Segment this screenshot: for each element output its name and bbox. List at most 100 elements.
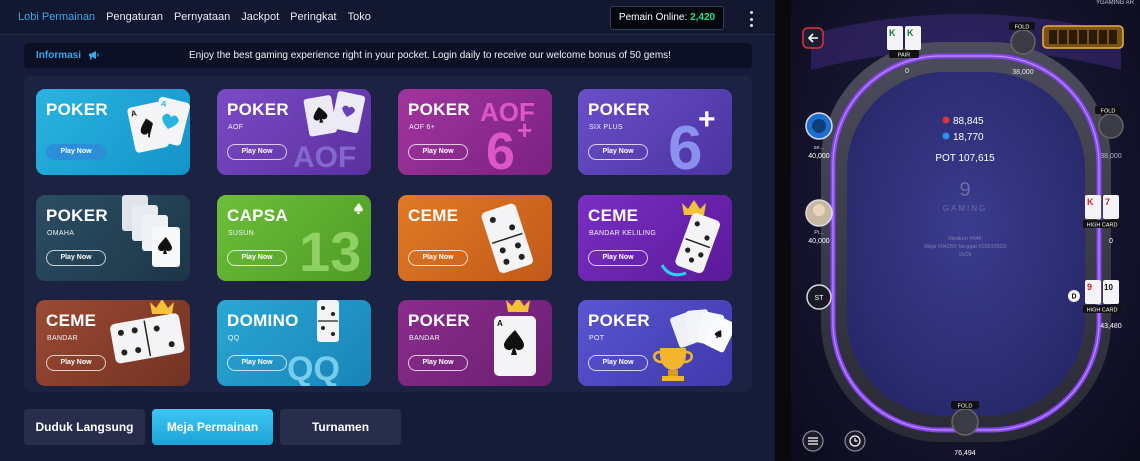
game-title: POKER [588,100,650,119]
game-card-poker-aof[interactable]: AOF POKER AOF Play Now [217,89,371,175]
game-title: POKER [46,100,108,119]
play-now-button[interactable]: Play Now [588,250,648,266]
svg-text:10: 10 [1104,283,1113,292]
pot-chips-blue: 18,770 [953,132,984,143]
table-logo-mark: 9 [959,179,970,201]
info-banner: Informasi Enjoy the best gaming experien… [24,43,752,68]
svg-text:K: K [1087,197,1094,207]
game-card-ceme-keliling[interactable]: CEME BANDAR KELILING Play Now [578,195,732,281]
nav-statement[interactable]: Pernyataan [174,11,230,23]
play-now-button[interactable]: Play Now [588,355,648,371]
svg-text:A: A [497,319,503,328]
play-now-button[interactable]: Play Now [227,250,287,266]
game-title: POKER [408,100,470,119]
play-now-button[interactable]: Play Now [227,355,287,371]
online-label: Pemain Online: [618,12,688,23]
game-subtitle: OMAHA [47,230,75,237]
aof6-art: AOF 6 + [480,97,535,175]
game-title: DOMINO [227,311,299,330]
svg-text:+: + [517,115,532,145]
play-now-button[interactable]: Play Now [408,355,468,371]
game-subtitle: QQ [228,335,240,342]
seat-avatar [1010,29,1036,55]
seat-avatar [951,408,979,436]
svg-text:K: K [889,28,896,38]
game-title: CAPSA [227,206,289,225]
chip-red-icon [942,116,950,124]
seat-stack: 0 [1109,238,1113,245]
game-subtitle: AOF [228,124,244,131]
hand-tag: FOLD [958,404,973,410]
play-now-button[interactable]: Play Now [588,144,648,160]
game-card-poker-omaha[interactable]: POKER OMAHA Play Now [36,195,190,281]
hand-tag: HIGH CARD [1087,223,1118,229]
game-card-poker-pot[interactable]: POKER POT Play Now [578,300,732,386]
game-card-poker-bandar[interactable]: A POKER BANDAR Play Now [398,300,552,386]
tab-game-tables[interactable]: Meja Permainan [152,409,273,445]
svg-text:7: 7 [1105,197,1110,207]
game-title: CEME [588,206,639,225]
game-title: POKER [408,311,470,330]
game-subtitle: AOF 6+ [409,124,436,131]
trophy-cards-art [653,309,732,381]
svg-text:QQ: QQ [287,350,340,386]
megaphone-icon [89,51,99,60]
game-title: CEME [46,311,97,330]
seat-name: Pi... [814,230,824,236]
poker-table-view: YGAMING AR 88,845 18,770 POT 107,615 9 G… [791,0,1140,461]
hand-tag: FOLD [1015,25,1030,31]
table-info-line1: Medium #046 [948,236,981,242]
sixplus-art: 6 + [668,103,716,175]
seat-stack: 38,000 [1012,69,1034,76]
nav-jackpot[interactable]: Jackpot [241,11,279,23]
play-now-button[interactable]: Play Now [46,250,106,266]
play-now-button[interactable]: Play Now [227,144,287,160]
info-label: Informasi [36,50,82,61]
pot-total: POT 107,615 [935,153,995,164]
game-title: POKER [227,100,289,119]
table-logo-text: GAMING [943,204,987,213]
tab-sit-now[interactable]: Duduk Langsung [24,409,145,445]
seat-stack: 40,000 [808,153,830,160]
game-subtitle: SUSUN [228,230,255,237]
crown-domino-art [110,300,185,364]
nav-lobby[interactable]: Lobi Permainan [18,11,95,23]
svg-text:9: 9 [1087,282,1092,292]
seat-stack: 38,000 [1100,153,1122,160]
seat-stack: 76,494 [954,450,976,457]
svg-text:PAIR: PAIR [898,53,910,59]
game-title: POKER [588,311,650,330]
tab-tournament[interactable]: Turnamen [280,409,401,445]
nav-shop[interactable]: Toko [348,11,371,23]
play-now-button[interactable]: Play Now [408,250,468,266]
game-card-poker[interactable]: A A POKER Play Now [36,89,190,175]
play-now-button[interactable]: Play Now [46,144,106,160]
seat-stack: 40,000 [808,238,830,245]
nav-settings[interactable]: Pengaturan [106,11,163,23]
main-nav: Lobi Permainan Pengaturan Pernyataan Jac… [18,11,371,23]
seat-avatar [1098,113,1124,139]
omaha-cards-art [122,195,180,267]
game-card-poker-sixplus[interactable]: 6 + POKER SIX PLUS Play Now [578,89,732,175]
crown-card-art: A [494,300,536,376]
info-message: Enjoy the best gaming experience right i… [189,50,671,61]
game-card-ceme-bandar[interactable]: CEME BANDAR Play Now [36,300,190,386]
chip-blue-icon [942,132,950,140]
table-info-line3: 1k/2k [958,252,971,258]
game-card-domino-qq[interactable]: QQ DOMINO QQ Play Now [217,300,371,386]
seat-stack: 0 [905,68,909,75]
game-grid: A A POKER Play Now AOF POKER AOF Play No… [24,76,752,392]
online-players-badge: Pemain Online: 2,420 [610,6,724,30]
game-subtitle: BANDAR KELILING [589,230,657,237]
svg-text:D: D [1071,294,1076,301]
more-menu-icon[interactable] [745,9,757,29]
game-card-ceme[interactable]: CEME Play Now [398,195,552,281]
play-now-button[interactable]: Play Now [46,355,106,371]
seat-name: se... [814,145,825,151]
game-card-poker-aof6[interactable]: AOF 6 + POKER AOF 6+ Play Now [398,89,552,175]
play-now-button[interactable]: Play Now [408,144,468,160]
game-card-capsa[interactable]: 13 CAPSA SUSUN Play Now [217,195,371,281]
nav-ranking[interactable]: Peringkat [290,11,336,23]
top-nav-bar: Lobi Permainan Pengaturan Pernyataan Jac… [0,0,775,35]
seat-stack: 43,480 [1100,323,1122,330]
